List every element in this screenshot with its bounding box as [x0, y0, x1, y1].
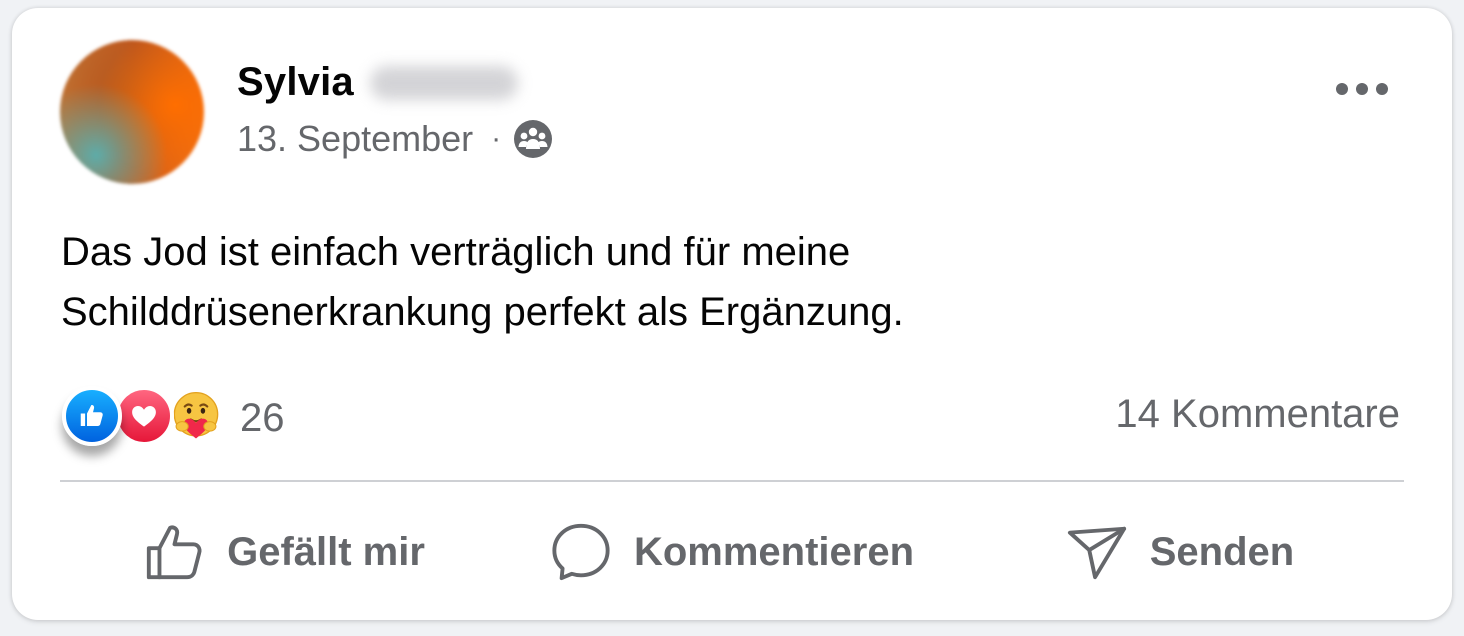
- more-options-icon[interactable]: [1336, 74, 1388, 104]
- author-header: Sylvia: [237, 60, 518, 105]
- comment-bubble-icon: [552, 523, 610, 581]
- reaction-count[interactable]: 26: [240, 396, 285, 441]
- post-date[interactable]: 13. September: [237, 118, 473, 160]
- divider: [60, 480, 1404, 482]
- post-card: Sylvia 13. September · Das Jod ist einfa…: [12, 8, 1452, 620]
- reactions-summary[interactable]: 26: [62, 386, 285, 450]
- share-button-label: Senden: [1149, 529, 1295, 574]
- care-reaction-icon: [166, 386, 226, 446]
- share-button[interactable]: Senden: [956, 484, 1404, 620]
- action-bar: Gefällt mir Kommentieren Senden: [60, 484, 1404, 620]
- send-icon: [1067, 526, 1126, 580]
- comment-button[interactable]: Kommentieren: [508, 484, 956, 620]
- like-button[interactable]: Gefällt mir: [60, 484, 508, 620]
- meta-separator: ·: [491, 122, 502, 155]
- comment-button-label: Kommentieren: [633, 529, 915, 574]
- group-icon[interactable]: [513, 119, 553, 159]
- avatar[interactable]: [60, 40, 204, 184]
- like-button-label: Gefällt mir: [227, 529, 425, 574]
- author-name[interactable]: Sylvia: [237, 60, 354, 105]
- thumbs-up-icon: [146, 525, 202, 580]
- love-reaction-icon: [114, 386, 174, 446]
- like-reaction-icon: [62, 386, 122, 446]
- comments-count[interactable]: 14 Kommentare: [1115, 392, 1400, 437]
- redacted-surname: [369, 65, 518, 100]
- post-meta: 13. September ·: [237, 118, 553, 160]
- post-text: Das Jod ist einfach verträglich und für …: [61, 230, 904, 334]
- reaction-icons[interactable]: [62, 386, 228, 450]
